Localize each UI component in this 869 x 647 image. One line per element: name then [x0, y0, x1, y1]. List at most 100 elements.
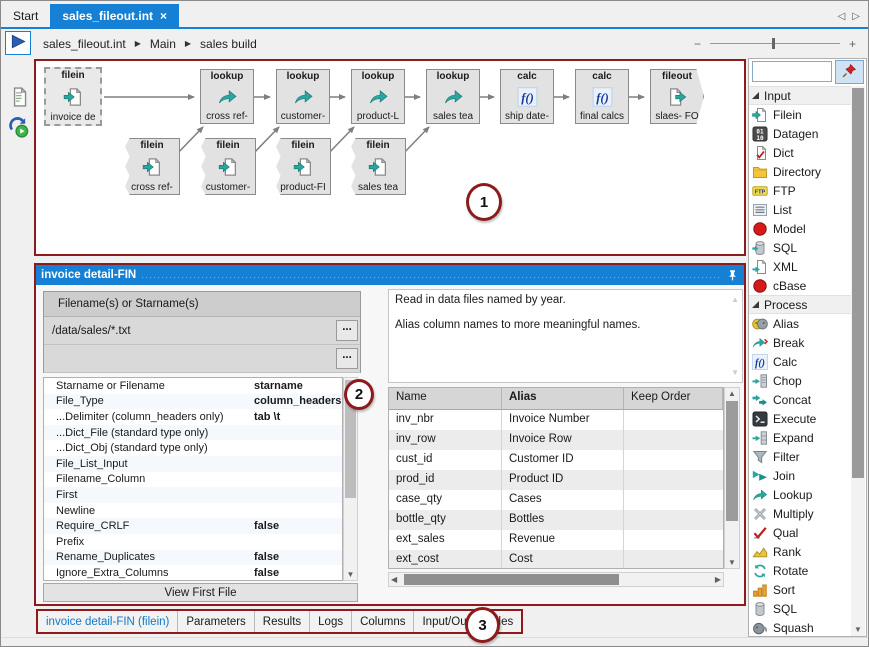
zoom-out-button[interactable]: − — [694, 37, 701, 51]
zoom-slider-handle[interactable] — [772, 38, 775, 49]
palette-item[interactable]: Squash — [749, 618, 852, 636]
palette-item[interactable]: SQL — [749, 238, 852, 257]
property-row[interactable]: Starname or Filename starname — [44, 378, 342, 394]
bottom-tab[interactable]: Results — [255, 611, 310, 632]
property-row[interactable]: First — [44, 487, 342, 503]
view-first-file-button[interactable]: View First File — [43, 583, 358, 602]
zoom-in-button[interactable]: + — [849, 37, 856, 51]
flow-node[interactable]: fileout slaes- FO — [650, 69, 704, 124]
scroll-down-icon[interactable]: ▼ — [731, 368, 739, 377]
property-row[interactable]: Prefix — [44, 534, 342, 550]
palette-item[interactable]: Execute — [749, 409, 852, 428]
tab-close-icon[interactable]: × — [160, 9, 167, 23]
report-button[interactable] — [7, 86, 29, 108]
flow-node[interactable]: lookup product-L — [351, 69, 405, 124]
table-row[interactable]: ext_sales Revenue — [389, 530, 723, 550]
breadcrumb-item[interactable]: sales build — [200, 37, 257, 51]
palette-item[interactable]: Filter — [749, 447, 852, 466]
breadcrumb-item[interactable]: sales_fileout.int — [43, 37, 126, 51]
panel-pin-button[interactable] — [726, 269, 739, 282]
palette-section-process[interactable]: Process — [749, 295, 852, 314]
table-row[interactable]: case_qty Cases — [389, 490, 723, 510]
scroll-right-icon[interactable]: ▶ — [715, 575, 721, 584]
property-row[interactable]: ...Delimiter (column_headers only) tab \… — [44, 409, 342, 425]
palette-item[interactable]: f() Calc — [749, 352, 852, 371]
property-value[interactable]: starname — [254, 380, 303, 392]
palette-item[interactable]: Rotate — [749, 561, 852, 580]
palette-section-input[interactable]: Input — [749, 86, 852, 105]
property-value[interactable]: false — [254, 567, 279, 579]
column-header-alias[interactable]: Alias — [502, 388, 624, 409]
scrollbar-thumb[interactable] — [726, 401, 738, 521]
table-row[interactable]: ext_cost Cost — [389, 550, 723, 569]
flow-node[interactable]: lookup sales tea — [426, 69, 480, 124]
scroll-down-icon[interactable]: ▼ — [344, 570, 357, 579]
filename-row[interactable]: ... — [44, 345, 360, 373]
palette-item[interactable]: List — [749, 200, 852, 219]
palette-item[interactable]: Join — [749, 466, 852, 485]
bottom-tab[interactable]: Columns — [352, 611, 414, 632]
filename-row[interactable]: /data/sales/*.txt ... — [44, 317, 360, 345]
palette-pin-button[interactable] — [835, 60, 864, 84]
scrollbar-thumb[interactable] — [852, 88, 864, 478]
detail-panel-titlebar[interactable]: invoice detail-FIN — [36, 265, 744, 285]
bottom-tab[interactable]: Logs — [310, 611, 352, 632]
filename-value[interactable]: /data/sales/*.txt — [52, 325, 131, 337]
flow-canvas[interactable]: filein invoice de lookup cross ref- look… — [34, 59, 746, 256]
palette-item[interactable]: Chop — [749, 371, 852, 390]
tab-sales-fileout[interactable]: sales_fileout.int× — [50, 4, 179, 27]
property-row[interactable]: File_List_Input — [44, 456, 342, 472]
property-value[interactable]: tab \t — [254, 411, 280, 423]
palette-item[interactable]: Qual — [749, 523, 852, 542]
property-row[interactable]: Require_CRLF false — [44, 518, 342, 534]
palette-item[interactable]: Break — [749, 333, 852, 352]
table-row[interactable]: inv_nbr Invoice Number — [389, 410, 723, 430]
flow-node[interactable]: lookup cross ref- — [200, 69, 254, 124]
tab-start[interactable]: Start — [1, 4, 50, 27]
flow-node[interactable]: filein invoice de — [44, 67, 102, 126]
browse-button[interactable]: ... — [336, 320, 358, 341]
property-row[interactable]: ...Dict_File (standard type only) — [44, 425, 342, 441]
palette-scrollbar[interactable]: ▼ — [851, 86, 865, 636]
palette-item[interactable]: Dict — [749, 143, 852, 162]
scroll-up-icon[interactable]: ▲ — [725, 389, 739, 398]
palette-item[interactable]: Lookup — [749, 485, 852, 504]
palette-item[interactable]: Filein — [749, 105, 852, 124]
property-row[interactable]: Filename_Column — [44, 472, 342, 488]
property-value[interactable]: column_headers — [254, 395, 341, 407]
palette-item[interactable]: FTP FTP — [749, 181, 852, 200]
flow-node[interactable]: calc f() final calcs — [575, 69, 629, 124]
table-vertical-scrollbar[interactable]: ▲ ▼ — [724, 387, 740, 569]
flow-node[interactable]: lookup customer- — [276, 69, 330, 124]
table-horizontal-scrollbar[interactable]: ◀ ▶ — [388, 572, 724, 587]
scrollbar-thumb[interactable] — [404, 574, 619, 585]
refresh-run-button[interactable] — [7, 116, 29, 138]
property-row[interactable]: Ignore_Extra_Columns false — [44, 565, 342, 581]
table-row[interactable]: inv_row Invoice Row — [389, 430, 723, 450]
palette-item[interactable]: 0110 Datagen — [749, 124, 852, 143]
palette-item[interactable]: XML — [749, 257, 852, 276]
tab-nav-next-icon[interactable]: ▷ — [852, 11, 860, 22]
table-row[interactable]: prod_id Product ID — [389, 470, 723, 490]
browse-button[interactable]: ... — [336, 348, 358, 369]
palette-search-input[interactable] — [752, 61, 832, 82]
flow-node[interactable]: filein sales tea — [350, 138, 406, 195]
breadcrumb-item[interactable]: Main — [150, 37, 176, 51]
palette-item[interactable]: cBase — [749, 276, 852, 295]
flow-node[interactable]: filein cross ref- — [124, 138, 180, 195]
property-row[interactable]: Newline — [44, 503, 342, 519]
palette-item[interactable]: Directory — [749, 162, 852, 181]
scroll-up-icon[interactable]: ▲ — [731, 295, 739, 304]
table-row[interactable]: bottle_qty Bottles — [389, 510, 723, 530]
table-row[interactable]: cust_id Customer ID — [389, 450, 723, 470]
bottom-tab[interactable]: invoice detail-FIN (filein) — [38, 611, 178, 632]
flow-node[interactable]: filein customer- — [200, 138, 256, 195]
bottom-tab[interactable]: Parameters — [178, 611, 254, 632]
palette-item[interactable]: Expand — [749, 428, 852, 447]
palette-item[interactable]: Alias — [749, 314, 852, 333]
property-row[interactable]: Rename_Duplicates false — [44, 550, 342, 566]
tab-nav-prev-icon[interactable]: ◁ — [838, 11, 846, 22]
column-header-keep-order[interactable]: Keep Order — [624, 388, 723, 409]
run-button[interactable] — [5, 31, 31, 55]
property-value[interactable]: false — [254, 520, 279, 532]
